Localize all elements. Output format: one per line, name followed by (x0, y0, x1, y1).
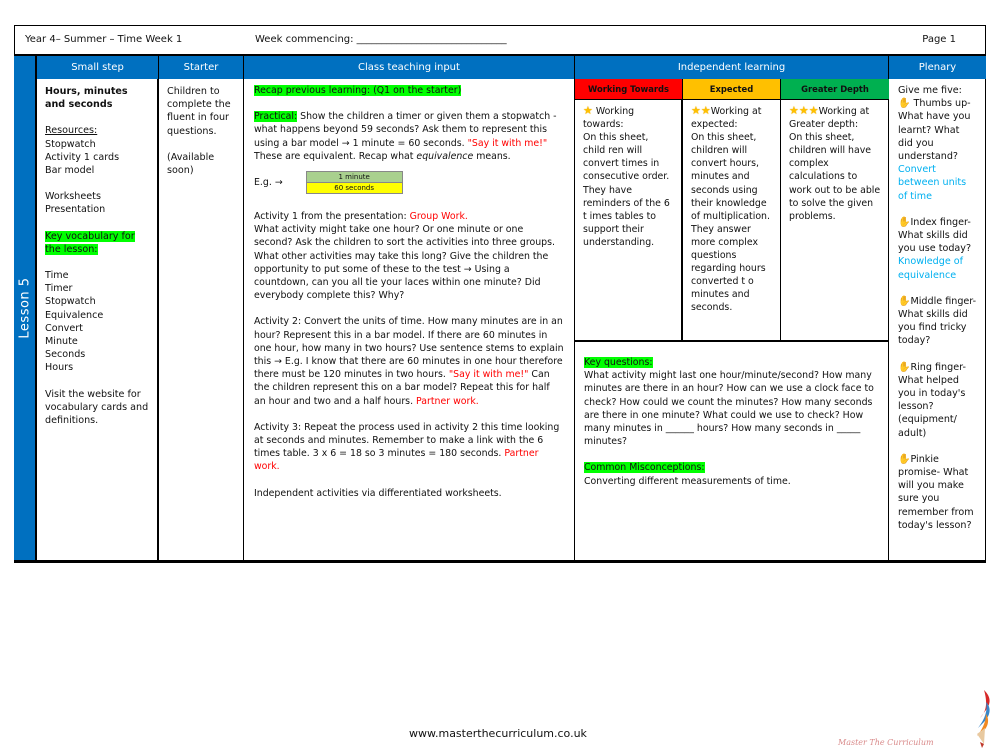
starter-availability: (Available soon) (167, 151, 215, 177)
vocab-item: Minute (45, 336, 78, 348)
say-it-with-me: "Say it with me!" (467, 137, 548, 149)
plenary-question: Middle finger- What skills did you find … (898, 295, 977, 347)
activity1-mode: Group Work. (409, 211, 468, 223)
column-header-small-step: Small step (37, 56, 159, 79)
small-step-title: Hours, minutes and seconds (45, 86, 128, 111)
activity2-paragraph: Activity 2: Convert the units of time. H… (254, 315, 564, 407)
activity1-intro: Activity 1 from the presentation: (254, 211, 410, 223)
activity3-paragraph: Activity 3: Repeat the process used in a… (254, 421, 564, 474)
misconceptions-label: Common Misconceptions: (584, 462, 705, 474)
column-header-starter: Starter (159, 56, 244, 79)
column-header-class-teaching: Class teaching input (244, 56, 575, 79)
resource-item: Presentation (45, 204, 106, 216)
week-commencing: Week commencing: _______________________… (255, 34, 507, 45)
website-link[interactable]: www.masterthecurriculum.co.uk (409, 727, 587, 740)
vocab-item: Timer (45, 283, 73, 295)
recap-label: Recap previous learning: (Q1 on the star… (254, 85, 462, 96)
equivalence-word: equivalence (416, 150, 474, 162)
vocab-item: Time (45, 270, 69, 282)
plenary-question: Ring finger- What helped you in today's … (898, 361, 966, 439)
key-questions-section: Key questions: What activity might last … (575, 340, 889, 560)
independent-learning-cell: Working Towards Expected Greater Depth ★… (575, 79, 889, 560)
activity1-text: What activity might take one hour? Or on… (254, 224, 556, 302)
independent-note: Independent activities via differentiate… (254, 487, 502, 499)
practical-paragraph: Practical: Show the children a timer or … (254, 110, 564, 150)
level-header-greater-depth: Greater Depth (781, 79, 889, 100)
hand-icon: ✋ (898, 216, 911, 228)
plenary-item: ✋Pinkie promise- What will you make sure… (898, 453, 977, 532)
bar-model-minute: 1 minute (306, 172, 402, 184)
level-cell-expected: ★★Working at expected: On this sheet, ch… (683, 100, 781, 340)
plenary-item: ✋ Thumbs up- What have you learnt? What … (898, 97, 977, 163)
lesson-label-strip: Lesson 5 (14, 56, 37, 560)
bar-model-seconds: 60 seconds (306, 183, 402, 194)
document-title: Year 4– Summer – Time Week 1 (25, 34, 183, 45)
level-text: Working towards: On this sheet, child re… (583, 106, 670, 248)
vocab-item: Stopwatch (45, 296, 96, 308)
vocab-item: Seconds (45, 349, 86, 361)
vocab-item: Equivalence (45, 309, 104, 321)
equivalence-text-end: means. (473, 150, 511, 162)
plenary-cell: Give me five: ✋ Thumbs up- What have you… (889, 79, 986, 560)
misconceptions-text: Converting different measurements of tim… (584, 475, 791, 487)
level-header-working-towards: Working Towards (575, 79, 683, 100)
hand-icon: ✋ (898, 453, 911, 465)
plenary-item: ✋Ring finger- What helped you in today's… (898, 361, 977, 440)
resource-item: Worksheets (45, 191, 101, 203)
key-questions-label: Key questions: (584, 357, 653, 368)
lesson-label: Lesson 5 (17, 277, 32, 339)
plenary-answer: Convert between units of time (898, 164, 967, 202)
activity1-intro-line: Activity 1 from the presentation: Group … (254, 210, 564, 223)
star-icon: ★★ (691, 104, 711, 117)
equivalence-paragraph: These are equivalent. Recap what equival… (254, 150, 564, 163)
page-number: Page 1 (922, 34, 956, 45)
activity2-mode: Partner work. (416, 395, 479, 407)
level-cell-greater-depth: ★★★Working at Greater depth: On this she… (781, 100, 889, 340)
lesson-plan-table: Lesson 5 Small step Starter Class teachi… (14, 56, 986, 563)
activity2-say-it: "Say it with me!" (448, 369, 529, 381)
starter-cell: Children to complete the fluent in four … (159, 79, 244, 560)
website-note: Visit the website for vocabulary cards a… (45, 388, 149, 427)
level-cell-working-towards: ★ Working towards: On this sheet, child … (575, 100, 683, 340)
plenary-item: ✋Index finger- What skills did you use t… (898, 216, 977, 256)
star-icon: ★★★ (789, 104, 819, 117)
vocab-item: Convert (45, 322, 83, 334)
vocab-item: Hours (45, 362, 74, 374)
star-icon: ★ (583, 104, 593, 117)
document-header: Year 4– Summer – Time Week 1 Week commen… (14, 25, 986, 56)
small-step-cell: Hours, minutes and seconds Resources: St… (37, 79, 159, 560)
key-questions-text: What activity might last one hour/minute… (584, 370, 874, 448)
level-header-expected: Expected (683, 79, 781, 100)
starter-text: Children to complete the fluent in four … (167, 86, 231, 137)
column-header-plenary: Plenary (889, 56, 986, 79)
bar-model: 1 minute 60 seconds (305, 171, 403, 195)
hand-icon: ✋ (898, 98, 911, 110)
equivalence-text: These are equivalent. Recap what (254, 150, 417, 162)
plenary-question: Pinkie promise- What will you make sure … (898, 453, 974, 531)
level-text: Working at Greater depth: On this sheet,… (789, 106, 881, 222)
plenary-intro: Give me five: (898, 85, 962, 96)
practical-label: Practical: (254, 111, 298, 123)
example-row: E.g. → 1 minute 60 seconds (254, 171, 564, 195)
resource-item: Bar model (45, 165, 95, 177)
resource-item: Activity 1 cards (45, 151, 120, 163)
pencil-logo-icon (977, 690, 990, 748)
logo-text: Master The Curriculum (838, 738, 934, 747)
class-teaching-cell: Recap previous learning: (Q1 on the star… (244, 79, 575, 560)
plenary-answer: Knowledge of equivalence (898, 256, 964, 281)
vocab-label: Key vocabulary for the lesson: (45, 230, 135, 255)
plenary-item: ✋Middle finger- What skills did you find… (898, 295, 977, 348)
level-text: Working at expected: On this sheet, chil… (691, 106, 770, 314)
resources-label: Resources: (45, 125, 98, 137)
hand-icon: ✋ (898, 361, 911, 373)
column-header-independent: Independent learning (575, 56, 889, 79)
resource-item: Stopwatch (45, 138, 96, 150)
example-label: E.g. → (254, 176, 283, 188)
hand-icon: ✋ (898, 295, 911, 307)
